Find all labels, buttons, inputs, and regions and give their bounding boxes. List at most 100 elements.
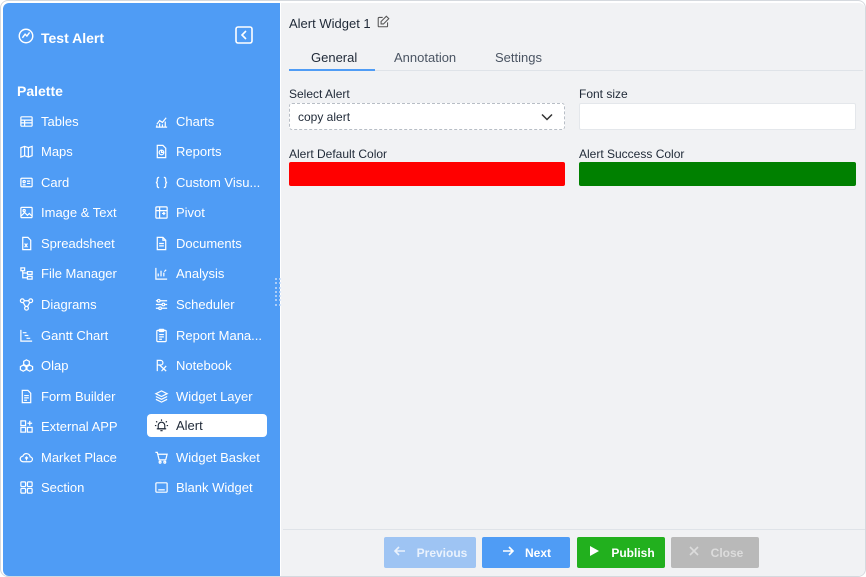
diagram-icon — [18, 296, 34, 312]
palette-item-blank-widget[interactable]: Blank Widget — [153, 475, 253, 499]
app-brand: Test Alert — [17, 27, 104, 48]
braces-icon — [153, 174, 169, 190]
palette-item-gantt-chart[interactable]: Gantt Chart — [18, 323, 108, 347]
palette-item-image-text[interactable]: Image & Text — [18, 200, 117, 224]
palette-item-label: Image & Text — [41, 204, 117, 220]
palette-item-label: Scheduler — [176, 296, 235, 312]
palette-item-alert[interactable]: Alert — [147, 414, 267, 437]
palette-item-analysis[interactable]: Analysis — [153, 261, 224, 285]
palette-item-report-manager[interactable]: Report Mana... — [153, 323, 262, 347]
palette-item-label: Alert — [176, 418, 203, 433]
blank-widget-icon — [153, 479, 169, 495]
next-button[interactable]: Next — [482, 537, 570, 568]
analysis-icon — [153, 265, 169, 281]
palette-item-widget-basket[interactable]: Widget Basket — [153, 445, 260, 469]
palette-item-documents[interactable]: Documents — [153, 231, 242, 255]
previous-button[interactable]: Previous — [384, 537, 476, 568]
table-icon — [18, 113, 34, 129]
palette-item-label: Gantt Chart — [41, 327, 109, 343]
palette-item-reports[interactable]: Reports — [153, 139, 222, 163]
palette-item-market-place[interactable]: Market Place — [18, 445, 117, 469]
palette-item-label: Blank Widget — [176, 479, 253, 495]
palette-item-label: File Manager — [41, 265, 117, 281]
palette-item-label: Olap — [41, 357, 69, 373]
palette-item-label: Card — [41, 174, 70, 190]
edit-title-icon[interactable] — [377, 15, 390, 31]
tab-annotation[interactable]: Annotation — [394, 50, 456, 65]
palette-item-file-manager[interactable]: File Manager — [18, 261, 117, 285]
section-icon — [18, 479, 34, 495]
palette-item-notebook[interactable]: Notebook — [153, 353, 232, 377]
app-logo-icon — [17, 27, 35, 48]
app-window: Test Alert Palette Tables Maps Card Imag… — [0, 0, 866, 577]
palette-item-label: Tables — [41, 113, 79, 129]
palette-item-card[interactable]: Card — [18, 170, 69, 194]
palette-item-label: Diagrams — [41, 296, 97, 312]
app-title: Test Alert — [41, 29, 105, 46]
document-icon — [153, 235, 169, 251]
close-label: Close — [710, 545, 744, 560]
publish-label: Publish — [611, 545, 655, 560]
palette-item-label: Reports — [176, 143, 222, 159]
success-color-picker[interactable] — [579, 162, 856, 186]
palette-item-label: Widget Layer — [176, 388, 253, 404]
default-color-label: Alert Default Color — [289, 147, 388, 161]
arrow-right-icon — [501, 544, 515, 561]
palette-item-widget-layer[interactable]: Widget Layer — [153, 384, 253, 408]
palette-item-diagrams[interactable]: Diagrams — [18, 292, 97, 316]
palette-item-label: Section — [41, 479, 85, 495]
map-icon — [18, 143, 34, 159]
publish-button[interactable]: Publish — [577, 537, 665, 568]
rx-icon — [153, 357, 169, 373]
previous-label: Previous — [416, 545, 468, 560]
palette-item-maps[interactable]: Maps — [18, 139, 73, 163]
palette-item-tables[interactable]: Tables — [18, 109, 79, 133]
palette-item-label: Pivot — [176, 204, 205, 220]
layers-icon — [153, 388, 169, 404]
default-color-picker[interactable] — [289, 162, 565, 186]
palette-item-label: Market Place — [41, 449, 117, 465]
palette-item-scheduler[interactable]: Scheduler — [153, 292, 235, 316]
tab-settings[interactable]: Settings — [495, 50, 542, 65]
palette-item-custom-visual[interactable]: Custom Visu... — [153, 170, 260, 194]
image-icon — [18, 204, 34, 220]
basket-icon — [153, 449, 169, 465]
widget-tabs: General Annotation Settings — [289, 45, 863, 71]
palette-item-charts[interactable]: Charts — [153, 109, 214, 133]
tab-general[interactable]: General — [311, 50, 357, 65]
palette-item-pivot[interactable]: Pivot — [153, 200, 205, 224]
clipboard-icon — [153, 327, 169, 343]
collapse-sidebar-icon[interactable] — [234, 25, 254, 45]
spreadsheet-icon — [18, 235, 34, 251]
palette-item-label: Report Mana... — [176, 327, 262, 343]
palette-item-label: Form Builder — [41, 388, 116, 404]
sidebar: Test Alert Palette Tables Maps Card Imag… — [3, 3, 281, 576]
close-button[interactable]: Close — [671, 537, 759, 568]
palette-item-spreadsheet[interactable]: Spreadsheet — [18, 231, 115, 255]
palette-item-label: Documents — [176, 235, 242, 251]
palette-title: Palette — [17, 83, 63, 99]
next-label: Next — [524, 545, 551, 560]
font-size-input[interactable] — [579, 103, 856, 130]
widget-title-row: Alert Widget 1 — [289, 15, 390, 31]
footer-actions: Previous Next Publish Close — [283, 529, 865, 576]
widget-title: Alert Widget 1 — [289, 15, 371, 31]
palette-item-external-app[interactable]: External APP — [18, 414, 118, 438]
palette-item-label: Maps — [41, 143, 73, 159]
palette-item-label: Notebook — [176, 357, 232, 373]
widget-editor: Alert Widget 1 General Annotation Settin… — [281, 3, 865, 576]
scheduler-icon — [153, 296, 169, 312]
success-color-label: Alert Success Color — [579, 147, 685, 161]
arrow-left-icon — [393, 544, 407, 561]
palette-item-olap[interactable]: Olap — [18, 353, 68, 377]
font-size-label: Font size — [579, 87, 628, 101]
select-alert-dropdown[interactable]: copy alert — [289, 103, 565, 130]
palette-item-label: Widget Basket — [176, 449, 260, 465]
palette-item-label: Custom Visu... — [176, 174, 261, 190]
palette-item-section[interactable]: Section — [18, 475, 84, 499]
external-app-icon — [18, 418, 34, 434]
report-icon — [153, 143, 169, 159]
form-icon — [18, 388, 34, 404]
play-icon — [587, 544, 601, 561]
palette-item-form-builder[interactable]: Form Builder — [18, 384, 115, 408]
